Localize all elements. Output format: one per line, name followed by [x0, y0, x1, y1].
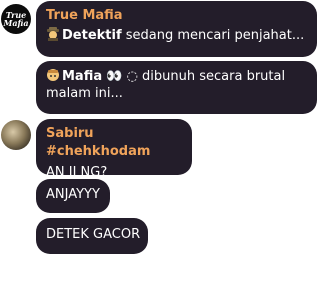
message-bubble[interactable]: DETEK GACOR [36, 218, 148, 254]
message-bubble[interactable]: True Mafia Detektif sedang mencari penja… [36, 1, 317, 57]
message-text: Detektif sedang mencari penjahat... [46, 27, 307, 44]
message-text: Mafia 👀 ◌ dibunuh secara brutal [46, 68, 307, 85]
sender-name[interactable]: Sabiru #chehkhodam [46, 125, 182, 161]
message-bubble[interactable]: Sabiru #chehkhodam AN JI NG? [36, 119, 192, 180]
chat-view: True Mafia True Mafia Detektif sedang me… [0, 0, 320, 305]
message-text: AN JI NG? [46, 165, 108, 180]
message-bubble[interactable]: ANJAYYY [36, 179, 110, 213]
avatar-true-mafia[interactable]: True Mafia [1, 4, 31, 34]
true-mafia-logo: True Mafia [3, 10, 29, 28]
message-bubble[interactable]: Mafia 👀 ◌ dibunuh secara brutal malam in… [36, 61, 317, 114]
sender-name[interactable]: True Mafia [46, 7, 307, 25]
avatar-sabiru[interactable] [1, 120, 31, 150]
detective-icon [47, 27, 59, 41]
message-text: DETEK GACOR [46, 227, 141, 242]
message-text: malam ini... [46, 86, 123, 101]
villain-icon [47, 69, 59, 81]
message-text: ANJAYYY [46, 187, 100, 202]
